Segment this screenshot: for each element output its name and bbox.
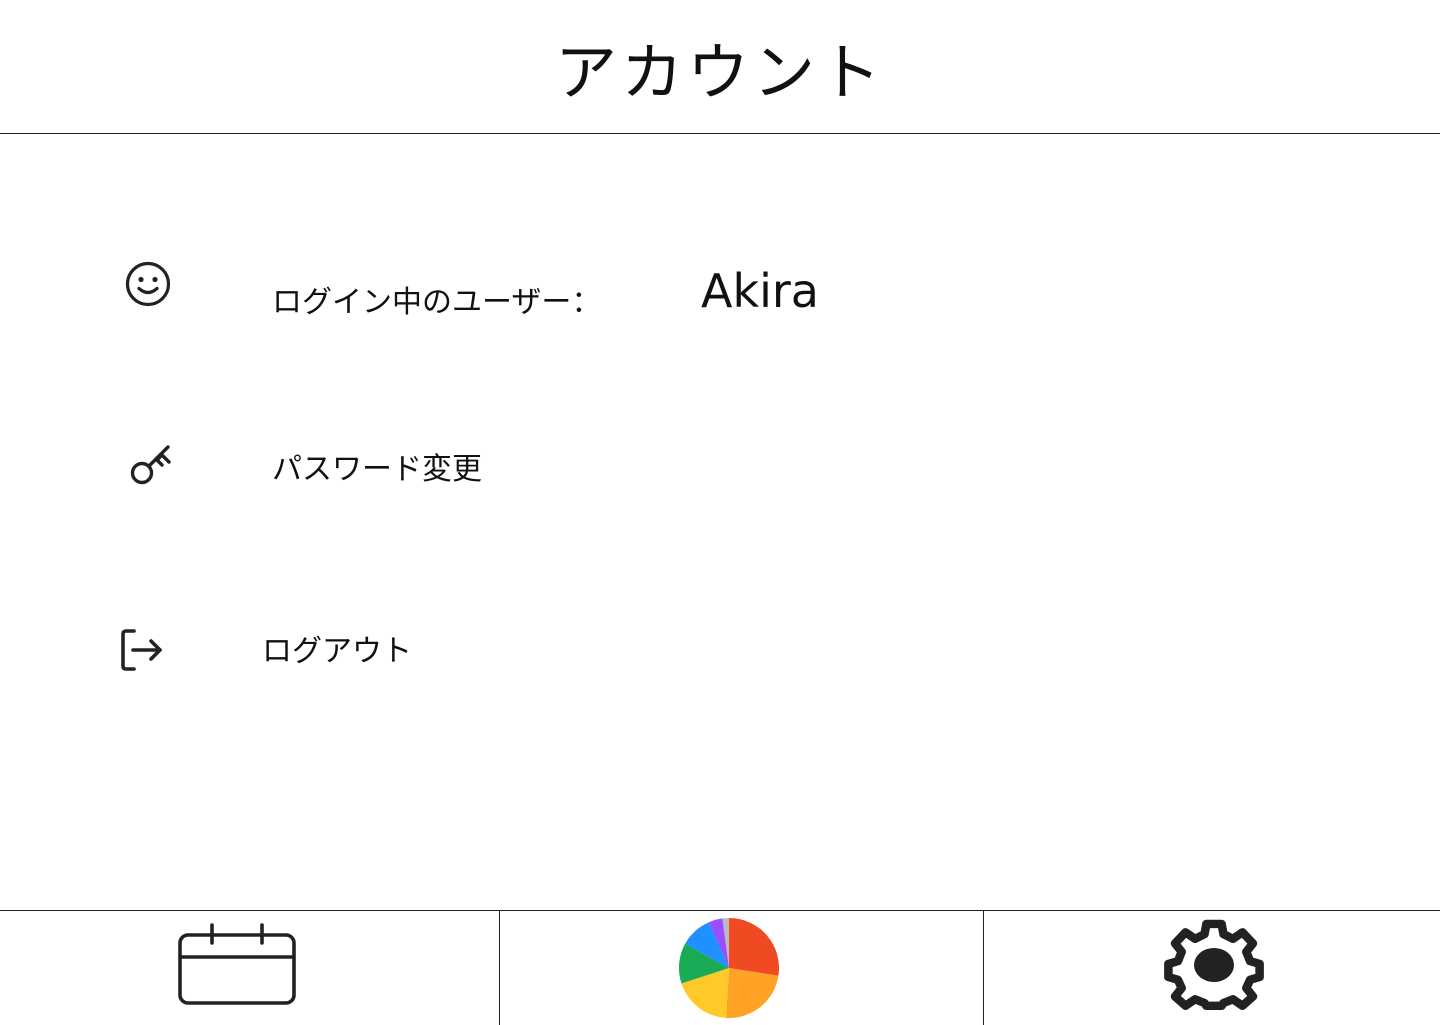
gear-icon	[1158, 917, 1270, 1013]
current-user-row: ログイン中のユーザー： Akira	[0, 250, 1440, 330]
password-change-row[interactable]: パスワード変更	[0, 428, 1440, 508]
tab-statistics[interactable]	[500, 911, 983, 1025]
pie-chart-icon	[678, 917, 780, 1019]
page-title: アカウント	[554, 35, 885, 109]
logout-label[interactable]: ログアウト	[262, 626, 412, 670]
logout-icon	[116, 626, 168, 674]
smiley-icon	[122, 258, 174, 310]
logout-row[interactable]: ログアウト	[0, 612, 1440, 692]
tab-settings[interactable]	[984, 911, 1440, 1025]
calendar-icon	[177, 923, 297, 1007]
tab-calendar[interactable]	[0, 911, 499, 1025]
bottom-tab-bar	[0, 910, 1440, 1025]
current-user-name: Akira	[701, 264, 819, 318]
key-icon	[126, 442, 178, 494]
password-change-label[interactable]: パスワード変更	[272, 444, 482, 488]
current-user-label: ログイン中のユーザー：	[272, 285, 602, 320]
header: アカウント	[0, 0, 1440, 134]
